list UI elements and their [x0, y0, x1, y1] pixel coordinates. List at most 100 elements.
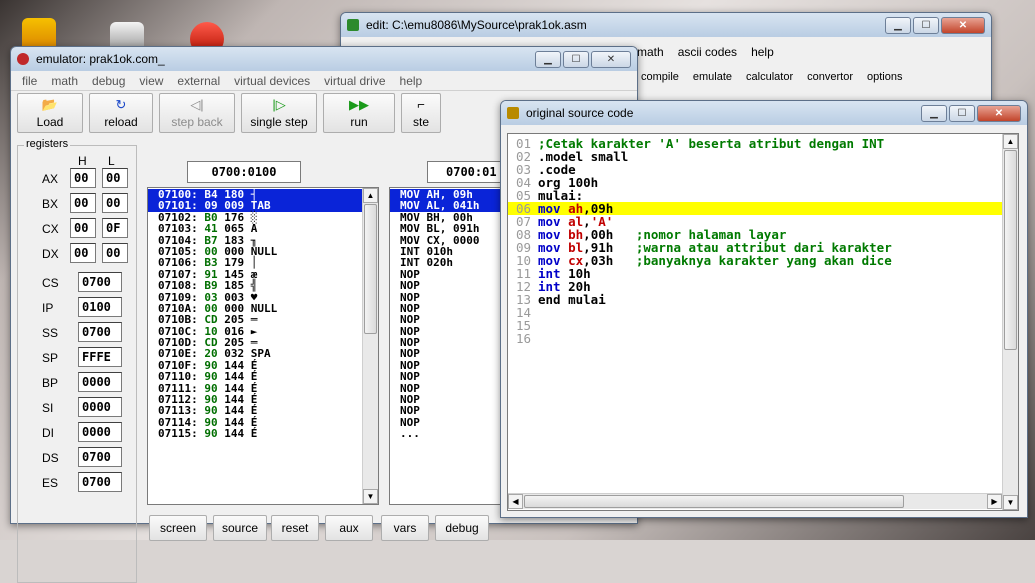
close-button[interactable]: ✕ — [977, 104, 1021, 122]
maximize-button[interactable]: ☐ — [913, 16, 939, 34]
run-icon: ▶▶ — [349, 96, 369, 112]
memory-list[interactable]: 07100: B4 180 ┤ 07101: 09 009 TAB 07102: B… — [147, 187, 379, 505]
source-vscrollbar[interactable]: ▲ ▼ — [1002, 134, 1018, 510]
source-line[interactable]: 04 org 100h — [508, 176, 1018, 189]
maximize-button[interactable]: ☐ — [563, 50, 589, 68]
edit-menu-math[interactable]: math — [637, 45, 664, 59]
ip-field[interactable]: 0100 — [78, 297, 122, 317]
aux-button[interactable]: aux — [325, 515, 373, 541]
compile-button[interactable]: compile — [641, 71, 679, 83]
menu-help[interactable]: help — [393, 74, 430, 88]
scroll-left-icon[interactable]: ◀ — [508, 494, 523, 509]
disasm-row[interactable]: NOP — [390, 280, 506, 292]
calculator-button[interactable]: calculator — [746, 71, 793, 83]
menu-debug[interactable]: debug — [85, 74, 132, 88]
source-code-editor[interactable]: 01 ;Cetak karakter 'A' beserta atribut de… — [507, 133, 1019, 511]
menu-file[interactable]: file — [15, 74, 44, 88]
sp-field[interactable]: FFFE — [78, 347, 122, 367]
emulator-window-controls: ▁ ☐ ✕ — [535, 50, 631, 68]
emulator-titlebar[interactable]: emulator: prak1ok.com_ ▁ ☐ ✕ — [11, 47, 637, 71]
register-cs: CS 0700 — [18, 272, 136, 294]
single-step-button[interactable]: |▷ single step — [241, 93, 317, 133]
debug-button[interactable]: debug — [435, 515, 489, 541]
source-hscrollbar[interactable]: ◀ ▶ — [508, 493, 1002, 509]
scroll-up-icon[interactable]: ▲ — [1003, 134, 1018, 149]
disasm-row[interactable]: ... — [390, 428, 506, 440]
registers-panel: registers H L AX 00 00 BX 00 00 CX 00 0F… — [17, 138, 137, 583]
scroll-right-icon[interactable]: ▶ — [987, 494, 1002, 509]
bx-high-field[interactable]: 00 — [70, 193, 96, 213]
ax-low-field[interactable]: 00 — [102, 168, 128, 188]
menu-math[interactable]: math — [44, 74, 85, 88]
scroll-thumb[interactable] — [1004, 150, 1017, 350]
ds-field[interactable]: 0700 — [78, 447, 122, 467]
screen-button[interactable]: screen — [149, 515, 207, 541]
high-byte-label: H — [78, 154, 87, 168]
scroll-down-icon[interactable]: ▼ — [363, 489, 378, 504]
edit-window-titlebar[interactable]: edit: C:\emu8086\MySource\prak1ok.asm ▁ … — [341, 13, 991, 37]
cs-field[interactable]: 0700 — [78, 272, 122, 292]
menu-virtual-drive[interactable]: virtual drive — [317, 74, 392, 88]
si-field[interactable]: 0000 — [78, 397, 122, 417]
disasm-row[interactable]: MOV BL, 091h — [390, 223, 506, 235]
minimize-button[interactable]: ▁ — [885, 16, 911, 34]
run-button[interactable]: ▶▶ run — [323, 93, 395, 133]
source-line[interactable]: 16 — [508, 332, 1018, 345]
scroll-down-icon[interactable]: ▼ — [1003, 495, 1018, 510]
edit-menu-ascii[interactable]: ascii codes — [678, 45, 737, 59]
edit-window-title: edit: C:\emu8086\MySource\prak1ok.asm — [366, 18, 587, 32]
line-text: mov cx,03h ;banyaknya karakter yang akan… — [538, 253, 892, 268]
source-line[interactable]: 13 end mulai — [508, 293, 1018, 306]
cx-high-field[interactable]: 00 — [70, 218, 96, 238]
menu-external[interactable]: external — [170, 74, 227, 88]
edit-app-icon — [347, 19, 359, 31]
dx-low-field[interactable]: 00 — [102, 243, 128, 263]
step-back-icon: ◁| — [190, 96, 204, 112]
memory-address-field[interactable]: 0700:0100 — [187, 161, 301, 183]
dx-high-field[interactable]: 00 — [70, 243, 96, 263]
maximize-button[interactable]: ☐ — [949, 104, 975, 122]
scroll-thumb[interactable] — [524, 495, 904, 508]
scroll-up-icon[interactable]: ▲ — [363, 188, 378, 203]
scroll-thumb[interactable] — [364, 204, 377, 334]
bx-low-field[interactable]: 00 — [102, 193, 128, 213]
options-button[interactable]: options — [867, 71, 902, 83]
emulate-button[interactable]: emulate — [693, 71, 732, 83]
source-button[interactable]: source — [213, 515, 267, 541]
minimize-button[interactable]: ▁ — [921, 104, 947, 122]
source-line[interactable]: 15 — [508, 319, 1018, 332]
source-titlebar[interactable]: original source code ▁ ☐ ✕ — [501, 101, 1027, 125]
reload-button[interactable]: ↻ reload — [89, 93, 153, 133]
disassembly-list[interactable]: MOV AH, 09h MOV AL, 041h MOV BH, 00h MOV BL… — [389, 187, 507, 505]
menu-view[interactable]: view — [132, 74, 170, 88]
step-back-button[interactable]: ◁| step back — [159, 93, 235, 133]
di-field[interactable]: 0000 — [78, 422, 122, 442]
edit-menu-help[interactable]: help — [751, 45, 774, 59]
disasm-row[interactable]: NOP — [390, 371, 506, 383]
edit-window-controls: ▁ ☐ ✕ — [885, 16, 985, 34]
bp-field[interactable]: 0000 — [78, 372, 122, 392]
minimize-button[interactable]: ▁ — [535, 50, 561, 68]
source-window-controls: ▁ ☐ ✕ — [921, 104, 1021, 122]
step-delay-button[interactable]: ⌐ ste — [401, 93, 441, 133]
reset-button[interactable]: reset — [271, 515, 319, 541]
convertor-button[interactable]: convertor — [807, 71, 853, 83]
es-field[interactable]: 0700 — [78, 472, 122, 492]
vars-button[interactable]: vars — [381, 515, 429, 541]
cx-low-field[interactable]: 0F — [102, 218, 128, 238]
source-line[interactable]: 14 — [508, 306, 1018, 319]
ss-field[interactable]: 0700 — [78, 322, 122, 342]
disasm-address-field[interactable]: 0700:01 — [427, 161, 507, 183]
source-line[interactable]: 02 .model small — [508, 150, 1018, 163]
source-window[interactable]: original source code ▁ ☐ ✕ 01 ;Cetak kara… — [500, 100, 1028, 518]
memory-row[interactable]: 07115: 90 144 É — [148, 428, 378, 439]
ax-high-field[interactable]: 00 — [70, 168, 96, 188]
close-button[interactable]: ✕ — [941, 16, 985, 34]
memory-scrollbar[interactable]: ▲ ▼ — [362, 188, 378, 504]
load-button[interactable]: 📂 Load — [17, 93, 83, 133]
menu-virtual-devices[interactable]: virtual devices — [227, 74, 317, 88]
close-button[interactable]: ✕ — [591, 50, 631, 68]
disasm-row[interactable]: NOP — [390, 314, 506, 326]
emulator-menubar: file math debug view external virtual de… — [11, 71, 637, 91]
source-client: 01 ;Cetak karakter 'A' beserta atribut de… — [501, 125, 1027, 517]
